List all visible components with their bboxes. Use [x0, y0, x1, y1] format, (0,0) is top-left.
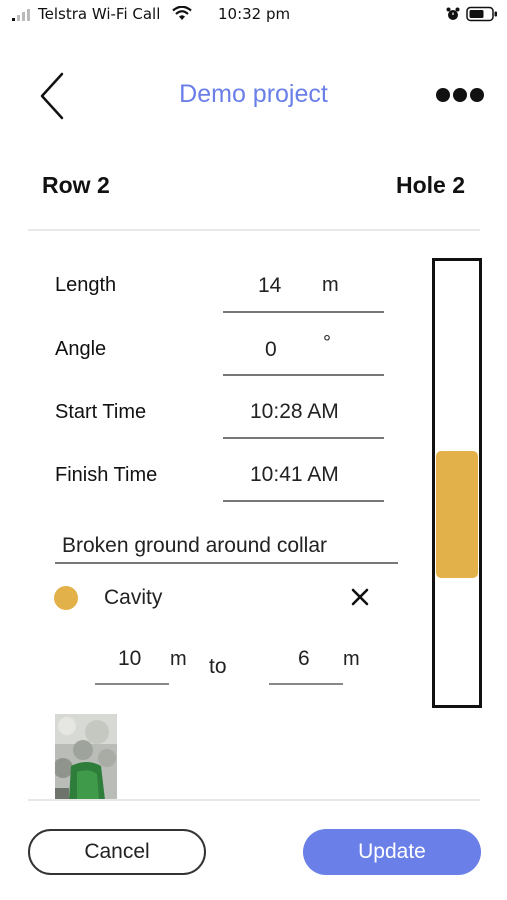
remove-feature-button[interactable]	[347, 584, 373, 610]
more-options-button[interactable]	[430, 82, 490, 108]
feature-from-input[interactable]: 10	[95, 647, 169, 685]
note-input[interactable]: Broken ground around collar	[55, 530, 398, 564]
angle-input[interactable]: 0 °	[223, 332, 384, 376]
feature-to-unit: m	[343, 648, 360, 670]
carrier-name: Telstra Wi-Fi Call	[38, 5, 161, 23]
update-button[interactable]: Update	[303, 829, 481, 875]
photo-thumbnail[interactable]	[55, 714, 117, 800]
angle-unit: °	[323, 332, 331, 354]
close-icon	[351, 588, 369, 606]
feature-color-dot	[54, 586, 78, 610]
length-unit: m	[322, 274, 339, 296]
angle-label: Angle	[55, 338, 107, 360]
feature-to-input[interactable]: 6	[269, 647, 343, 685]
battery-icon	[466, 6, 497, 22]
row-label: Row 2	[42, 172, 110, 198]
start-time-value: 10:28 AM	[250, 400, 339, 423]
feature-from-unit: m	[170, 648, 187, 670]
finish-time-label: Finish Time	[55, 464, 158, 486]
feature-from-value: 10	[118, 647, 142, 670]
status-time: 10:32 pm	[218, 5, 291, 23]
hole-log-bar[interactable]	[432, 258, 482, 708]
signal-icon	[12, 9, 30, 21]
cancel-button[interactable]: Cancel	[28, 829, 206, 875]
feature-to-value: 6	[298, 647, 310, 670]
divider	[28, 799, 480, 801]
finish-time-input[interactable]: 10:41 AM	[223, 462, 384, 502]
length-label: Length	[55, 274, 117, 296]
length-input[interactable]: 14 m	[223, 273, 384, 313]
hole-label: Hole 2	[395, 172, 465, 198]
status-bar: Telstra Wi-Fi Call 10:32 pm	[0, 0, 507, 30]
angle-value: 0	[265, 338, 277, 361]
range-to-label: to	[209, 655, 227, 678]
divider	[28, 229, 480, 231]
start-time-input[interactable]: 10:28 AM	[223, 399, 384, 439]
feature-name: Cavity	[104, 586, 163, 609]
length-value: 14	[258, 274, 282, 297]
finish-time-value: 10:41 AM	[250, 463, 339, 486]
photo-image	[55, 714, 117, 800]
more-dots-icon	[436, 88, 484, 102]
alarm-icon	[446, 7, 460, 20]
cavity-segment[interactable]	[436, 451, 478, 579]
wifi-icon	[172, 6, 192, 20]
start-time-label: Start Time	[55, 401, 147, 423]
